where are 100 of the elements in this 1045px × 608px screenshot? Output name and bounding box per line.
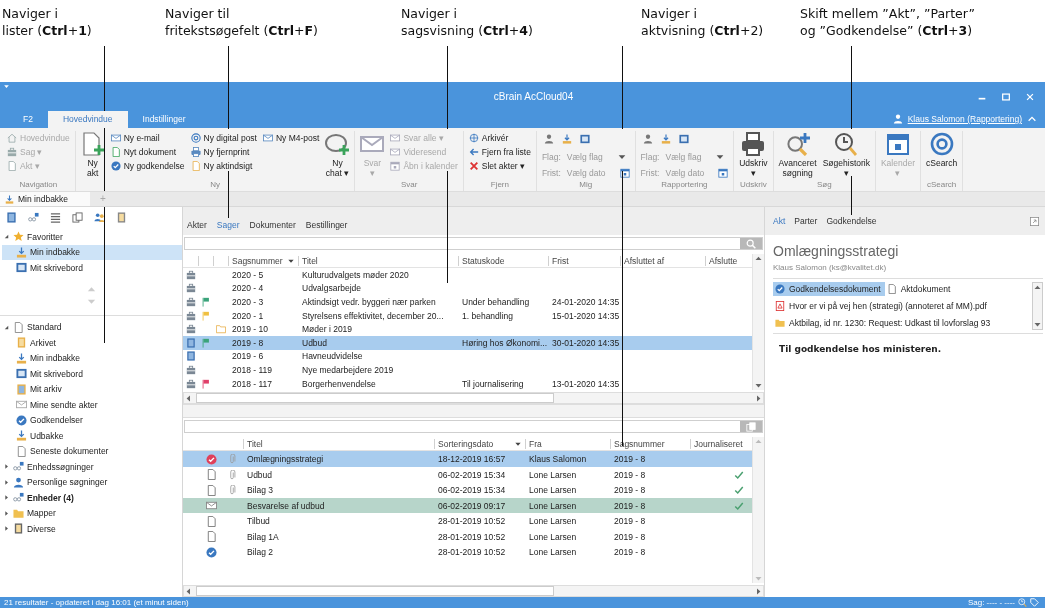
ribbon-button[interactable]: Ny aktindsigt — [190, 160, 257, 172]
table-row[interactable]: 2018 - 117 Borgerhenvendelse Til journalisering 13-01-2020 14:35 — [183, 376, 752, 391]
tree-item[interactable]: Seneste dokumenter — [2, 443, 182, 459]
ribbon-button[interactable]: Ny akt — [80, 131, 105, 180]
detail-tab[interactable]: Akt — [773, 216, 786, 226]
copy-icon[interactable] — [746, 421, 756, 432]
vertical-scrollbar[interactable] — [1032, 282, 1043, 330]
view-tab[interactable]: Dokumenter — [249, 220, 296, 230]
ribbon-button[interactable]: Slet akter ▾ — [468, 160, 531, 172]
tree-item[interactable]: Mit skrivebord — [2, 260, 182, 276]
tree-item[interactable]: Standard — [2, 319, 182, 335]
ribbon-button[interactable]: Avanceret søgning — [778, 131, 817, 180]
document-tab[interactable]: Min indbakke — [0, 192, 91, 206]
copy-icon[interactable] — [72, 212, 83, 223]
close-icon[interactable] — [1025, 91, 1035, 102]
people-icon[interactable] — [94, 212, 105, 223]
ribbon-tab[interactable]: Hovedvindue — [47, 111, 128, 128]
monitor-icon[interactable] — [579, 133, 590, 144]
tree-item[interactable]: Favoritter — [2, 229, 182, 245]
ribbon-button[interactable]: cSearch — [926, 131, 958, 180]
file-item[interactable]: Godkendelsesdokument — [773, 282, 885, 296]
ribbon-button[interactable]: Fjern fra liste — [468, 146, 531, 158]
column-header[interactable]: Fra — [525, 438, 610, 449]
tree-item[interactable]: Mit skrivebord — [2, 366, 182, 382]
column-header[interactable]: Afsluttet af — [620, 255, 705, 266]
ribbon-button[interactable]: Ny chat ▾ — [325, 131, 350, 180]
tray-arrow-icon[interactable] — [561, 133, 572, 144]
table-row[interactable]: Bilag 1A 28-01-2019 10:52 Lone Larsen 2019 - 8 — [183, 528, 752, 545]
tree-item[interactable]: Udbakke — [2, 428, 182, 444]
tree-item[interactable]: Mit arkiv — [2, 381, 182, 397]
ribbon-button[interactable]: Arkivér — [468, 132, 531, 144]
table-row[interactable]: 2018 - 119 Nye medarbejdere 2019 — [183, 363, 752, 377]
ribbon-button[interactable]: Udskriv ▾ — [739, 131, 768, 180]
ribbon-button[interactable]: Ny godkendelse — [110, 160, 185, 172]
search-field[interactable] — [184, 237, 763, 250]
monitor-icon[interactable] — [678, 133, 689, 144]
maximize-icon[interactable] — [1001, 91, 1011, 102]
tree-item[interactable]: Diverse — [2, 521, 182, 537]
book-icon[interactable] — [116, 212, 127, 223]
column-header[interactable]: Titel — [243, 438, 434, 449]
vertical-scrollbar[interactable] — [752, 437, 764, 583]
table-row[interactable]: Bilag 2 28-01-2019 10:52 Lone Larsen 2019 - 8 — [183, 544, 752, 560]
popout-icon[interactable] — [1030, 216, 1039, 226]
table-row[interactable]: 2019 - 6 Havneudvidelse — [183, 349, 752, 364]
table-row[interactable]: Besvarelse af udbud 06-02-2019 09:17 Lone Larsen 2019 - 8 — [183, 497, 752, 514]
ribbon-button[interactable]: Ny fjernprint — [190, 146, 257, 158]
table-row[interactable]: 2019 - 8 Udbud Høring hos Økonomi... 30-01-2020 14:35 — [183, 335, 752, 350]
person-icon[interactable] — [543, 133, 554, 144]
table-row[interactable]: Tilbud 28-01-2019 10:52 Lone Larsen 2019 - 8 — [183, 513, 752, 529]
tree-item[interactable]: Mapper — [2, 505, 182, 521]
detail-tab[interactable]: Parter — [794, 216, 818, 226]
tree-item[interactable]: Godkendelser — [2, 412, 182, 428]
search-field[interactable] — [184, 420, 763, 434]
caret-down-icon[interactable] — [3, 83, 10, 90]
table-row[interactable]: Udbud 06-02-2019 15:34 Lone Larsen 2019 - 8 — [183, 466, 752, 483]
file-item[interactable]: Hvor er vi på vej hen (strategi) (annoteret af MM).pdf — [773, 299, 1032, 313]
search-icon[interactable] — [746, 238, 756, 249]
ribbon-button[interactable]: Nyt dokument — [110, 146, 185, 158]
column-header[interactable]: Titel — [298, 255, 458, 266]
network-icon[interactable] — [28, 212, 39, 223]
table-row[interactable]: 2020 - 3 Aktindsigt vedr. byggeri nær parken Under behandling 24-01-2020 14:35 — [183, 295, 752, 309]
view-tab[interactable]: Akter — [187, 220, 207, 230]
ribbon-button[interactable]: Ny e-mail — [110, 132, 185, 144]
tree-item[interactable]: Enheder (4) — [2, 490, 182, 506]
tree-item[interactable]: Arkivet — [2, 335, 182, 351]
column-header[interactable]: Afslutte — [705, 255, 741, 266]
table-row[interactable]: Bilag 3 06-02-2019 15:34 Lone Larsen 2019 - 8 — [183, 482, 752, 498]
file-item[interactable]: Aktbilag, id nr. 1230: Request: Udkast til lovforslag 93 — [773, 316, 1032, 330]
file-item[interactable]: Aktdokument — [884, 282, 955, 296]
tree-item[interactable]: Min indbakke — [2, 244, 182, 260]
ribbon-button[interactable]: Ny digital post — [190, 132, 257, 144]
ribbon-button[interactable]: Søgehistorik ▾ — [822, 131, 870, 180]
document-filled-icon[interactable] — [6, 212, 17, 223]
tree-item[interactable]: Min indbakke — [2, 350, 182, 366]
table-row[interactable]: 2020 - 5 Kulturudvalgets møder 2020 — [183, 268, 752, 282]
view-tab[interactable]: Sager — [216, 220, 240, 230]
tree-item[interactable]: Mine sendte akter — [2, 397, 182, 413]
list-icon[interactable] — [50, 212, 61, 223]
table-row[interactable]: 2019 - 10 Møder i 2019 — [183, 322, 752, 336]
ribbon-button[interactable]: Ny M4-post — [263, 132, 320, 144]
column-header[interactable]: Journaliseret — [690, 438, 750, 449]
horizontal-scrollbar[interactable] — [183, 392, 764, 405]
tray-arrow-icon[interactable] — [660, 133, 671, 144]
document-icon — [190, 161, 201, 171]
table-row[interactable]: Omlægningsstrategi 18-12-2019 16:57 Klaus Salomon 2019 - 8 — [183, 451, 752, 467]
view-tab[interactable]: Bestillinger — [305, 220, 348, 230]
horizontal-scrollbar[interactable] — [183, 585, 764, 597]
column-header[interactable]: Sagsnummer — [610, 438, 690, 449]
vertical-scrollbar[interactable] — [752, 254, 764, 391]
tree-item[interactable]: Enhedssøgninger — [2, 459, 182, 475]
column-header[interactable]: Sorteringsdato — [434, 438, 525, 449]
table-row[interactable]: 2020 - 1 Styrelsens effektivitet, december 20... 1. behandling 15-01-2020 14:35 — [183, 308, 752, 323]
column-header[interactable]: Sagsnummer — [228, 255, 298, 266]
column-header[interactable]: Frist — [548, 255, 620, 266]
column-header[interactable]: Statuskode — [458, 255, 548, 266]
tree-item[interactable]: Personlige søgninger — [2, 474, 182, 490]
detail-tab[interactable]: Godkendelse — [826, 216, 877, 226]
table-row[interactable]: 2020 - 4 Udvalgsarbejde — [183, 281, 752, 296]
chevron-up-icon[interactable] — [1027, 114, 1037, 124]
person-icon[interactable] — [642, 133, 653, 144]
